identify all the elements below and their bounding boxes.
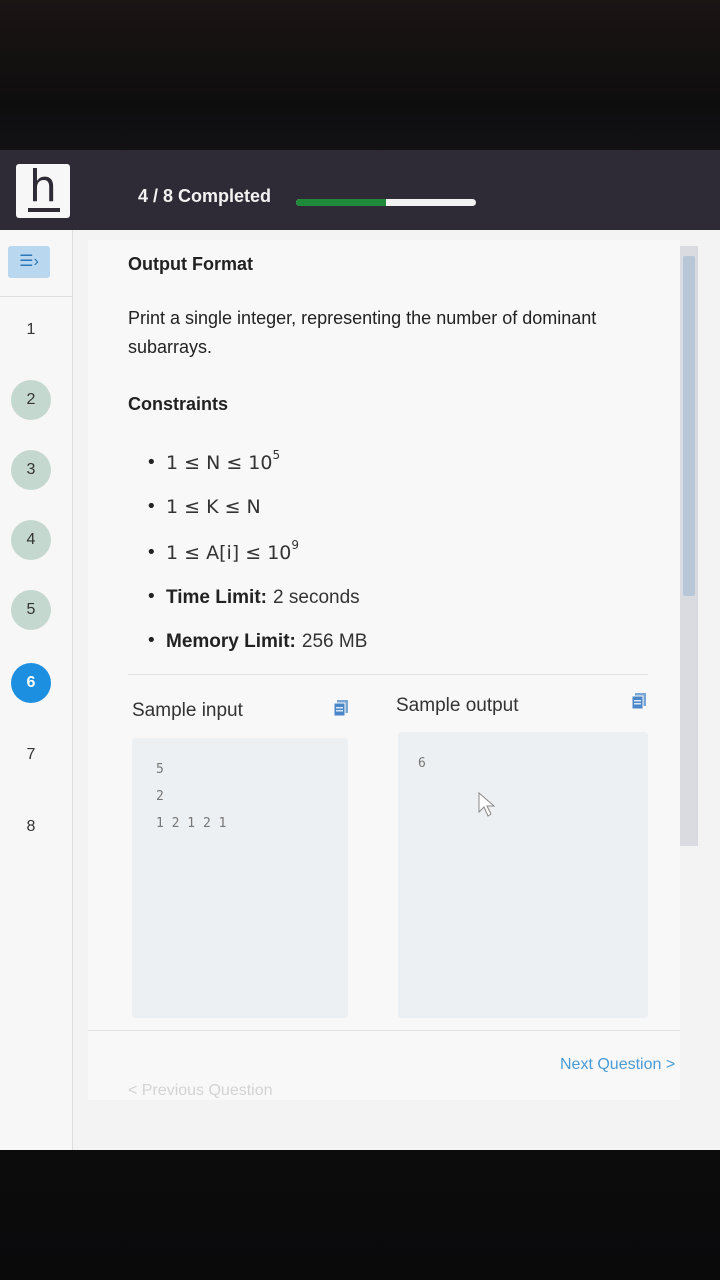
sample-input-title: Sample input bbox=[132, 700, 243, 721]
collapse-menu-button[interactable]: ☰› bbox=[8, 246, 50, 278]
logo-letter: h bbox=[29, 161, 57, 212]
content-scrollbar[interactable] bbox=[680, 246, 698, 846]
problem-content: Output Format Print a single integer, re… bbox=[88, 240, 680, 1100]
collapse-menu-icon: ☰› bbox=[19, 253, 39, 270]
top-bar: h 4 / 8 Completed bbox=[0, 150, 720, 230]
memory-limit-value: 256 MB bbox=[301, 631, 368, 652]
constraint-k-text: 1 ≤ K ≤ N bbox=[166, 496, 261, 518]
sidebar-question-7[interactable]: 7 bbox=[11, 735, 51, 775]
constraint-a-text: 1 ≤ A[i] ≤ 10 bbox=[166, 542, 292, 564]
time-limit-label: Time Limit: bbox=[166, 587, 267, 608]
constraint-n-exponent: 5 bbox=[272, 448, 281, 462]
constraint-k-range: 1 ≤ K ≤ N bbox=[146, 496, 261, 518]
sidebar-question-3[interactable]: 3 bbox=[11, 450, 51, 490]
copy-input-icon[interactable] bbox=[334, 700, 348, 716]
constraint-a-range: 1 ≤ A[i] ≤ 109 bbox=[146, 538, 299, 564]
hackerearth-logo[interactable]: h bbox=[16, 164, 70, 218]
memory-limit-label: Memory Limit: bbox=[166, 631, 296, 652]
sidebar-question-2[interactable]: 2 bbox=[11, 380, 51, 420]
sample-input-line-1: 5 bbox=[156, 762, 164, 777]
sample-output-title: Sample output bbox=[396, 695, 519, 716]
constraint-n-text: 1 ≤ N ≤ 10 bbox=[166, 452, 273, 474]
next-question-button[interactable]: Next Question > bbox=[560, 1056, 675, 1074]
output-format-text: Print a single integer, representing the… bbox=[128, 308, 597, 357]
scrollbar-thumb[interactable] bbox=[683, 256, 695, 596]
output-format-heading: Output Format bbox=[128, 254, 253, 274]
time-limit-value: 2 seconds bbox=[273, 587, 360, 608]
progress-bar-fill bbox=[296, 199, 386, 206]
logo-underline bbox=[28, 208, 60, 212]
app-screen: h 4 / 8 Completed ☰› 1 2 3 4 5 6 7 8 Out… bbox=[0, 150, 720, 1150]
mouse-cursor-icon bbox=[478, 792, 496, 817]
constraint-memory-limit: Memory Limit: 256 MB bbox=[146, 630, 368, 653]
section-divider bbox=[128, 674, 648, 675]
sample-input-line-3: 1 2 1 2 1 bbox=[156, 816, 227, 831]
question-sidebar: ☰› 1 2 3 4 5 6 7 8 bbox=[0, 230, 73, 1150]
progress-text: 4 / 8 Completed bbox=[138, 186, 272, 206]
sample-input-line-2: 2 bbox=[156, 789, 164, 804]
sidebar-divider bbox=[0, 296, 72, 297]
sample-output-box: 6 bbox=[398, 732, 648, 1018]
sidebar-question-8[interactable]: 8 bbox=[11, 807, 51, 847]
constraint-a-exponent: 9 bbox=[291, 538, 300, 552]
constraint-n-range: 1 ≤ N ≤ 105 bbox=[146, 448, 280, 474]
photo-background-top bbox=[0, 0, 720, 150]
constraint-time-limit: Time Limit: 2 seconds bbox=[146, 586, 360, 609]
previous-question-button[interactable]: < Previous Question bbox=[128, 1082, 273, 1100]
progress-bar bbox=[296, 199, 476, 206]
photo-background-bottom bbox=[0, 1150, 720, 1280]
footer-divider bbox=[88, 1030, 680, 1031]
sidebar-question-5[interactable]: 5 bbox=[11, 590, 51, 630]
constraints-heading: Constraints bbox=[128, 394, 229, 414]
sample-input-box: 5 2 1 2 1 2 1 bbox=[132, 738, 348, 1018]
sample-output-line-1: 6 bbox=[418, 756, 426, 771]
copy-output-icon[interactable] bbox=[632, 693, 646, 709]
sidebar-question-1[interactable]: 1 bbox=[11, 310, 51, 350]
sidebar-question-4[interactable]: 4 bbox=[11, 520, 51, 560]
sidebar-question-6[interactable]: 6 bbox=[11, 663, 51, 703]
